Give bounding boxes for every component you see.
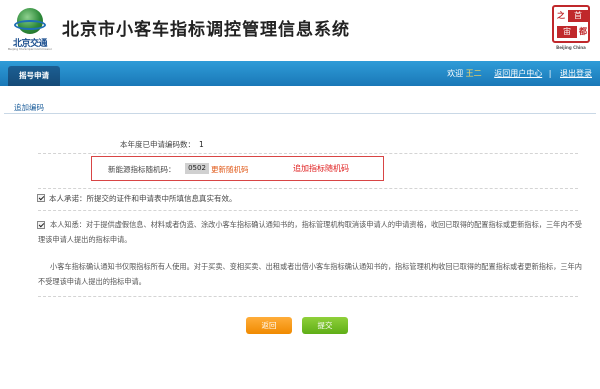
seal-char: 之	[557, 11, 565, 20]
top-navbar: 摇号申请 欢迎 王二 返回用户中心 | 退出登录	[0, 61, 600, 86]
username: 王二	[465, 69, 482, 78]
logout-link[interactable]: 退出登录	[560, 69, 592, 78]
seal-char: 都	[579, 27, 587, 36]
header: 北京交通 Beijing Municipal Commission of Tra…	[0, 0, 600, 58]
tab-lottery-application[interactable]: 摇号申请	[8, 66, 60, 86]
divider	[38, 210, 578, 211]
applied-count-value: 1	[199, 140, 204, 149]
applied-count-row: 本年度已申请编码数： 1	[120, 139, 204, 150]
logo-subtext: Beijing Municipal Commission of Transpor…	[8, 47, 52, 51]
site-title: 北京市小客车指标调控管理信息系统	[62, 20, 350, 40]
beijing-transport-logo: 北京交通 Beijing Municipal Commission of Tra…	[8, 6, 52, 51]
notice-paragraph-2: 小客车指标确认通知书仅限指标所有人使用。对于买卖、变相买卖、出租或者出借小客车指…	[38, 262, 582, 286]
divider	[38, 296, 578, 297]
applied-count-label: 本年度已申请编码数：	[120, 140, 195, 149]
user-nav: 欢迎 王二 返回用户中心 | 退出登录	[447, 61, 592, 86]
refresh-random-code-link[interactable]: 更新随机码	[211, 164, 249, 175]
seal-caption: Beijing China	[556, 45, 586, 50]
random-code-value: 0502	[185, 163, 209, 174]
random-code-label: 新能源指标随机码：	[108, 165, 176, 174]
logo-ring-icon	[14, 20, 46, 30]
section-header: 追加编码	[4, 100, 596, 114]
seal-char: 首	[568, 10, 588, 22]
back-button[interactable]: 返回	[246, 317, 292, 334]
seal-char: 宙	[557, 26, 577, 38]
random-code-box: 新能源指标随机码： 0502 更新随机码 追加指标随机码	[91, 156, 384, 181]
commitment-text: 本人承诺：所提交的证件和申请表中所填信息真实有效。	[49, 194, 237, 203]
commitment-checkbox[interactable]	[37, 194, 45, 202]
capital-seal-icon: 之 首 宙 都	[552, 5, 590, 43]
section-title: 追加编码	[14, 103, 44, 112]
main-content: 追加编码 本年度已申请编码数： 1 新能源指标随机码： 0502 更新随机码 追加…	[0, 86, 600, 389]
submit-button[interactable]: 提交	[302, 317, 348, 334]
welcome-text: 欢迎	[447, 69, 464, 78]
nav-separator: |	[548, 69, 552, 78]
commitment-row: 本人承诺：所提交的证件和申请表中所填信息真实有效。	[37, 193, 237, 204]
divider	[38, 188, 578, 189]
back-to-user-center-link[interactable]: 返回用户中心	[494, 69, 542, 78]
notice-paragraph-1: 本人知悉：对于提供虚假信息、材料或者伪造、涂改小客车指标确认通知书的，指标管理机…	[38, 220, 582, 244]
random-code-annotation: 追加指标随机码	[293, 164, 349, 173]
divider	[38, 153, 578, 154]
